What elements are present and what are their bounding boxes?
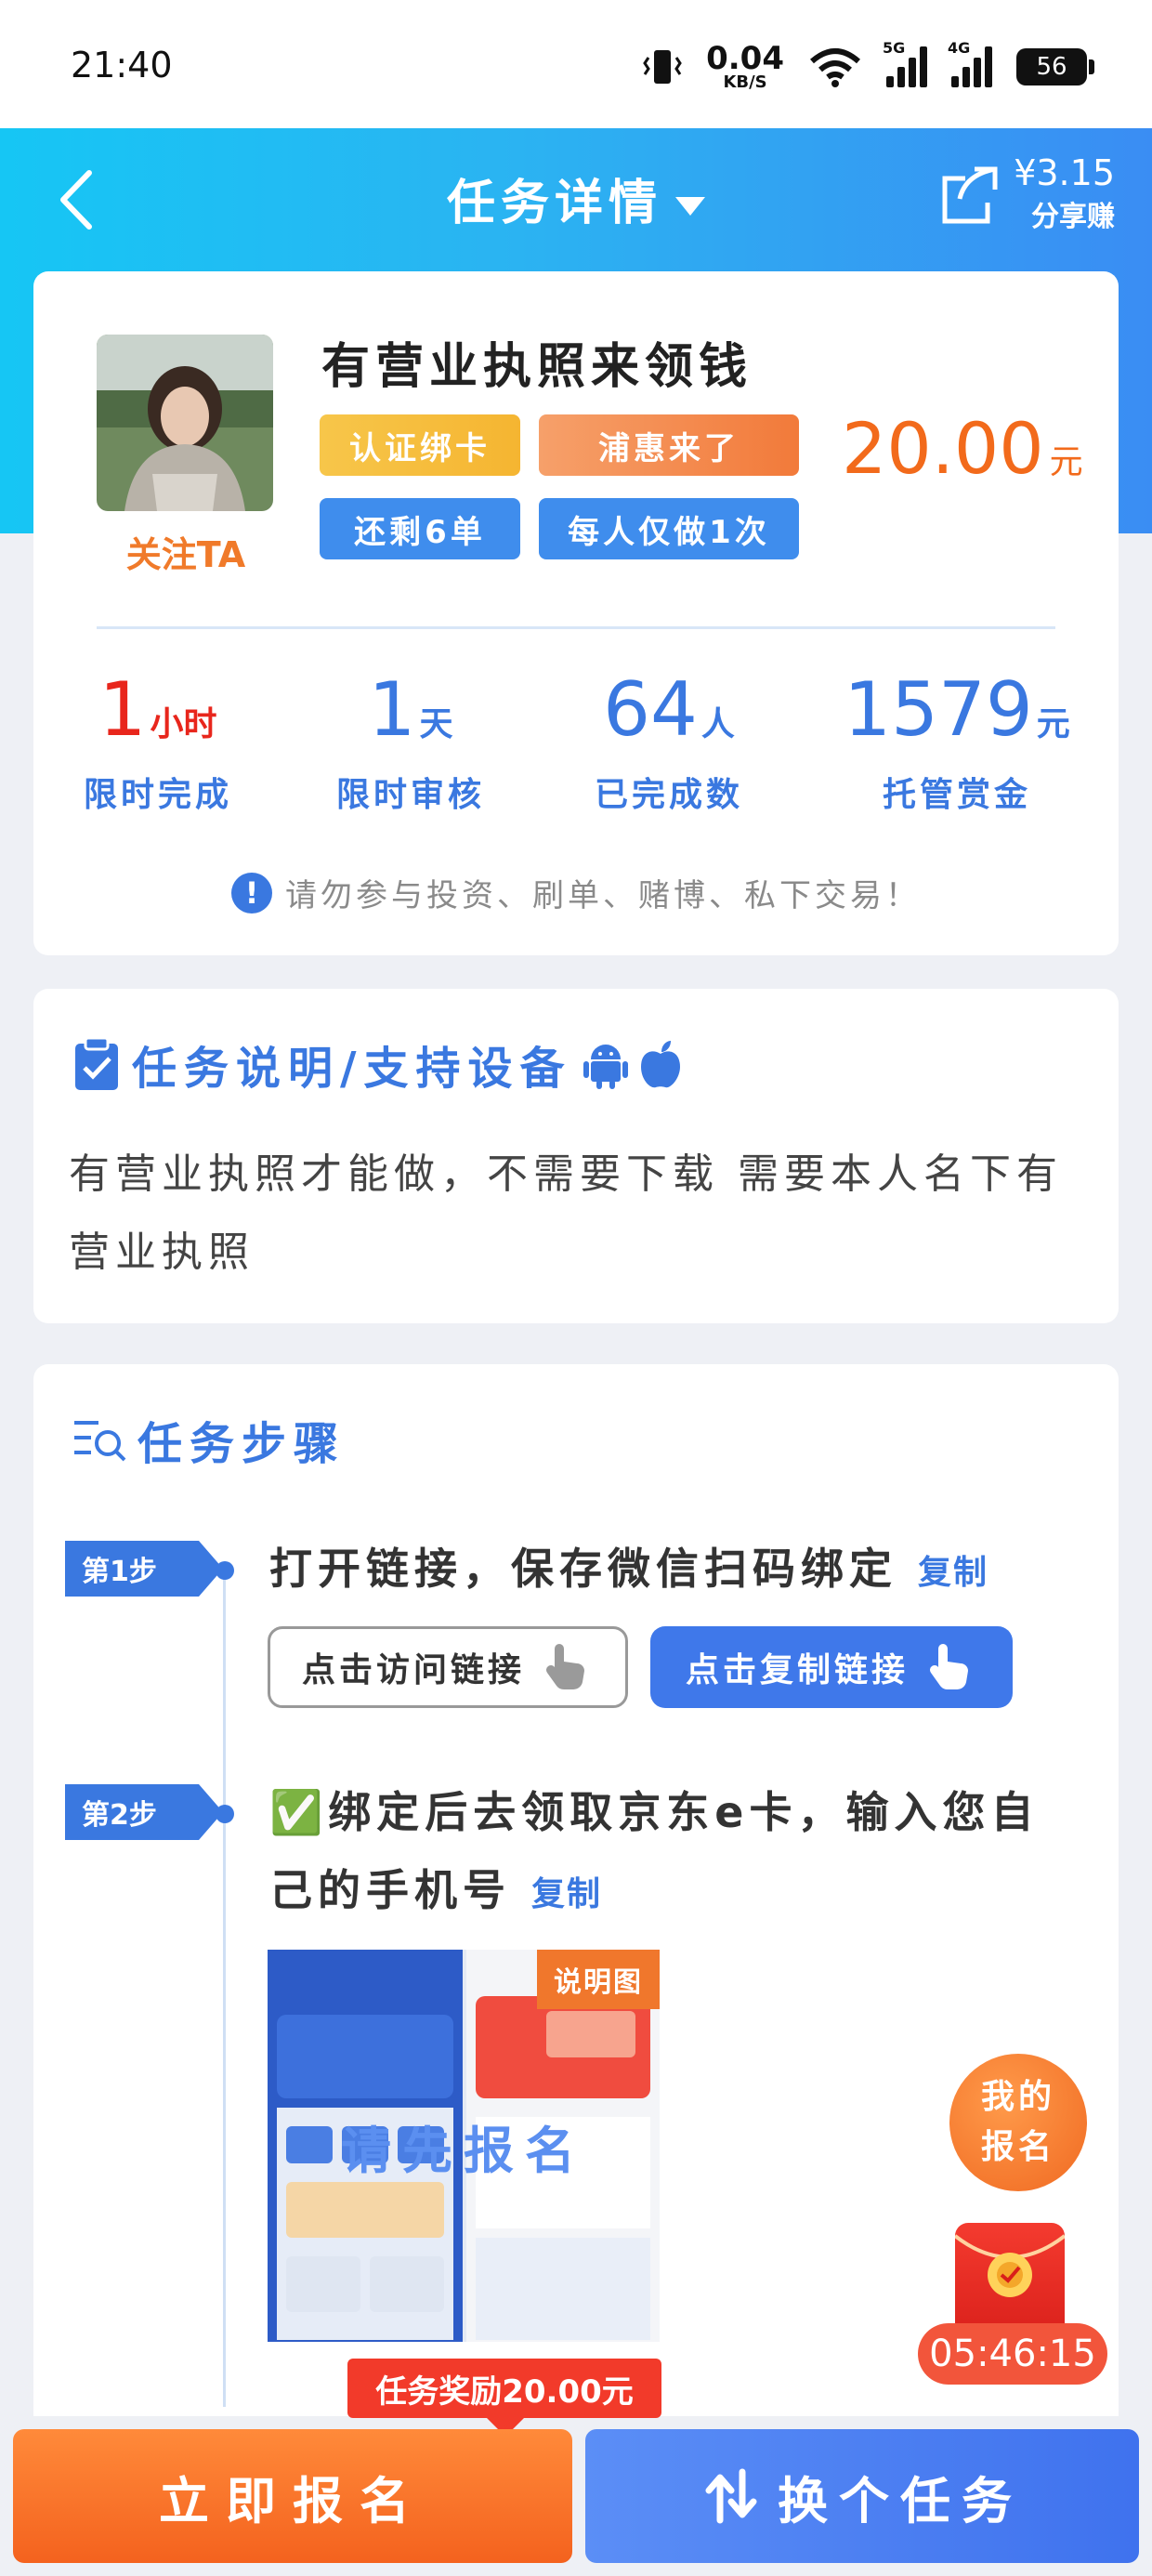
tag-verify-card: 认证绑卡	[320, 414, 520, 476]
timeline-dot	[216, 1561, 234, 1580]
avatar-image	[97, 335, 273, 511]
wifi-icon	[810, 48, 860, 87]
my-signups-button[interactable]: 我的报名	[949, 2054, 1087, 2191]
signal-4g-icon: 4G	[948, 39, 992, 87]
swap-arrows-icon	[705, 2468, 757, 2524]
share-icon	[942, 166, 998, 224]
android-icon	[583, 1045, 628, 1089]
copy-phone-text[interactable]: 复制	[531, 1875, 602, 1913]
signup-button[interactable]: 立即报名	[13, 2429, 572, 2563]
step-2-illustration[interactable]: 说明图 请先报名	[268, 1950, 660, 2342]
steps-title: 任务步骤	[72, 1407, 346, 1472]
list-search-icon	[74, 1421, 126, 1462]
reward-amount: 20.00 元	[842, 407, 1083, 490]
tag-remaining: 还剩6单	[320, 498, 520, 559]
tag-platform: 浦惠来了	[539, 414, 799, 476]
illustration-label: 说明图	[537, 1950, 660, 2009]
chevron-down-icon	[675, 197, 705, 216]
tag-once-per-person: 每人仅做1次	[539, 498, 799, 559]
step-1-badge: 第1步	[65, 1541, 223, 1597]
copy-link-text[interactable]: 复制	[918, 1554, 988, 1592]
net-speed: 0.04 KB/S	[706, 40, 784, 92]
visit-link-button[interactable]: 点击访问链接	[268, 1626, 628, 1708]
step-2-text: ✅绑定后去领取京东e卡，输入您自 己的手机号 复制	[269, 1787, 1040, 1915]
switch-task-button[interactable]: 换个任务	[585, 2429, 1139, 2563]
signup-first-overlay: 请先报名	[341, 2122, 586, 2180]
hand-pointer-icon	[546, 1644, 584, 1690]
share-amount: ¥3.15	[1014, 152, 1115, 193]
stat-time-limit: 1 小时 限时完成	[83, 666, 232, 815]
task-reward-badge: 任务奖励20.00元	[347, 2359, 661, 2437]
share-earn-button[interactable]: ¥3.15 分享赚	[937, 152, 1115, 234]
status-icons: 0.04 KB/S 5G 4G 56	[643, 39, 1094, 93]
vibrate-icon	[643, 50, 682, 84]
hand-pointer-icon	[930, 1644, 968, 1690]
description-text: 有营业执照才能做，不需要下载 需要本人名下有营业执照	[69, 1150, 1063, 1276]
clipboard-check-icon	[75, 1036, 118, 1090]
warning-notice: ! 请勿参与投资、刷单、赌博、私下交易！	[0, 870, 1152, 915]
stat-escrow: 1579 元 托管赏金	[844, 666, 1070, 815]
countdown-timer: 05:46:15	[918, 2323, 1107, 2385]
follow-link[interactable]: 关注TA	[84, 526, 288, 577]
stat-review-limit: 1天 限时审核	[335, 666, 485, 815]
apple-icon	[640, 1041, 680, 1088]
timeline-line	[223, 1571, 226, 2407]
task-name: 有营业执照来领钱	[321, 339, 753, 395]
step-1-text: 打开链接，保存微信扫码绑定 复制	[269, 1544, 989, 1594]
avatar[interactable]	[97, 335, 273, 511]
step-2-badge: 第2步	[65, 1784, 223, 1840]
status-time: 21:40	[71, 45, 173, 85]
description-title: 任务说明/支持设备	[72, 1032, 682, 1097]
battery-icon: 56	[1016, 48, 1094, 85]
stat-completed: 64 人 已完成数	[594, 666, 743, 815]
timeline-dot	[216, 1805, 234, 1823]
copy-link-button[interactable]: 点击复制链接	[650, 1626, 1013, 1708]
divider	[97, 626, 1055, 629]
signal-5g-icon: 5G	[883, 39, 927, 87]
share-label: 分享赚	[1031, 200, 1115, 233]
exclamation-icon: !	[231, 872, 272, 913]
